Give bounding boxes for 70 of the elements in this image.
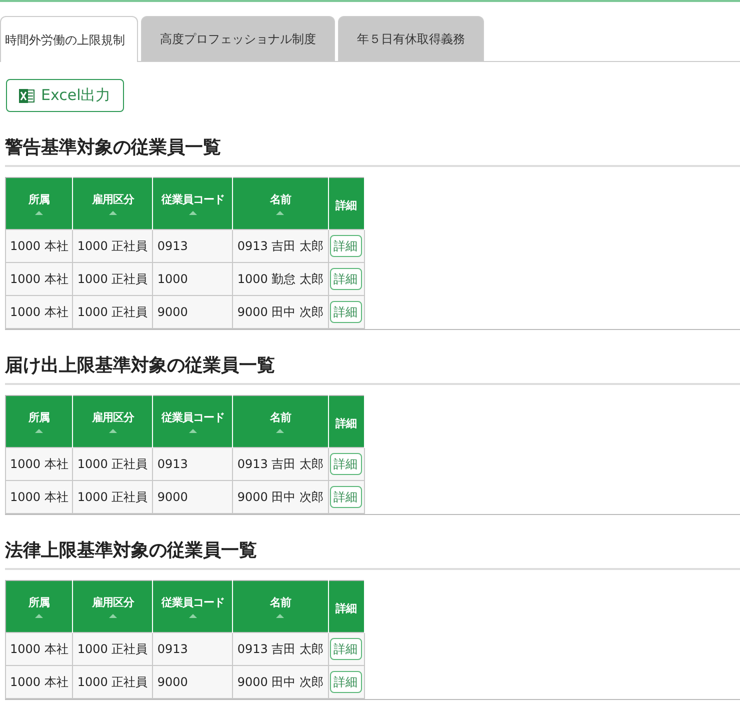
table-cell: 1000 正社員: [72, 666, 153, 698]
column-header[interactable]: 所属: [6, 178, 73, 230]
sort-caret-icon: [276, 614, 284, 618]
section-heading: 届け出上限基準対象の従業員一覧: [5, 330, 740, 385]
column-header: 詳細: [328, 396, 364, 448]
table-cell: 1000 本社: [6, 448, 73, 480]
column-header[interactable]: 名前: [232, 580, 328, 632]
column-header[interactable]: 所属: [6, 396, 73, 448]
section-heading: 警告基準対象の従業員一覧: [5, 112, 740, 167]
sort-caret-icon: [108, 614, 117, 618]
table-cell: 1000: [152, 262, 233, 296]
sort-caret-icon: [276, 428, 284, 433]
column-header[interactable]: 従業員コード: [152, 580, 233, 632]
table-cell: 9000: [152, 666, 233, 698]
table-cell: 9000: [152, 480, 233, 514]
table-cell: 1000 本社: [6, 296, 73, 328]
detail-button[interactable]: 詳細: [330, 268, 362, 290]
sort-caret-icon: [188, 210, 197, 215]
table-cell: 1000 正社員: [72, 632, 153, 666]
excel-export-button[interactable]: Excel出力: [6, 79, 124, 112]
tab[interactable]: 時間外労働の上限規制: [0, 16, 138, 62]
column-header[interactable]: 従業員コード: [152, 178, 233, 230]
column-header: 詳細: [328, 580, 364, 632]
table-cell: 1000 正社員: [72, 480, 153, 514]
table-cell: 9000 田中 次郎: [232, 296, 328, 328]
table-cell: 0913: [152, 632, 233, 666]
tab[interactable]: 年５日有休取得義務: [338, 16, 484, 61]
table-cell: 9000 田中 次郎: [232, 480, 328, 514]
table-cell: 1000 正社員: [72, 262, 153, 296]
table-cell: 0913 吉田 太郎: [232, 632, 328, 666]
table-cell: 9000: [152, 296, 233, 328]
column-header[interactable]: 雇用区分: [72, 580, 153, 632]
tab[interactable]: 高度プロフェッショナル制度: [141, 16, 335, 61]
sort-caret-icon: [35, 614, 44, 618]
table-cell: 1000 本社: [6, 480, 73, 514]
table-cell: 1000 本社: [6, 632, 73, 666]
table-cell: 0913 吉田 太郎: [232, 230, 328, 262]
detail-button[interactable]: 詳細: [330, 452, 362, 476]
column-header[interactable]: 所属: [6, 580, 73, 632]
table-cell: 0913: [152, 230, 233, 262]
table-cell: 1000 本社: [6, 666, 73, 698]
sort-caret-icon: [108, 428, 117, 433]
table-cell: 1000 本社: [6, 230, 73, 262]
detail-button[interactable]: 詳細: [330, 638, 362, 660]
sort-caret-icon: [276, 210, 284, 215]
detail-button[interactable]: 詳細: [330, 670, 362, 694]
table-cell: 1000 正社員: [72, 296, 153, 328]
column-header[interactable]: 雇用区分: [72, 396, 153, 448]
sort-caret-icon: [188, 428, 197, 433]
table-cell: 1000 正社員: [72, 448, 153, 480]
column-header[interactable]: 従業員コード: [152, 396, 233, 448]
sort-caret-icon: [108, 210, 117, 215]
column-header[interactable]: 雇用区分: [72, 178, 153, 230]
table-cell: 1000 本社: [6, 262, 73, 296]
table-cell: 9000 田中 次郎: [232, 666, 328, 698]
table-cell: 0913 吉田 太郎: [232, 448, 328, 480]
column-header[interactable]: 名前: [232, 178, 328, 230]
table-cell: 1000 勤怠 太郎: [232, 262, 328, 296]
detail-button[interactable]: 詳細: [330, 300, 362, 324]
table-cell: 1000 正社員: [72, 230, 153, 262]
detail-button[interactable]: 詳細: [330, 486, 362, 508]
section-heading: 法律上限基準対象の従業員一覧: [5, 515, 740, 570]
sort-caret-icon: [35, 210, 44, 215]
detail-button[interactable]: 詳細: [330, 234, 362, 258]
sort-caret-icon: [35, 428, 44, 433]
sort-caret-icon: [188, 614, 197, 618]
spreadsheet-icon: [19, 88, 35, 102]
table-cell: 0913: [152, 448, 233, 480]
column-header: 詳細: [328, 178, 364, 230]
column-header[interactable]: 名前: [232, 396, 328, 448]
